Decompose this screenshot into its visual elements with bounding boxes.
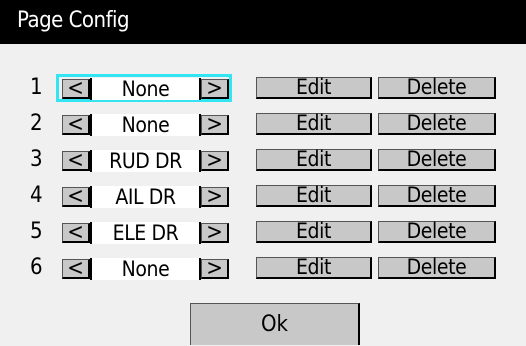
delete-button[interactable]: Delete xyxy=(378,185,496,207)
page-selector[interactable]: < None > xyxy=(56,254,232,282)
page-row: 3 < RUD DR > Edit Delete xyxy=(0,145,526,175)
chevron-left-icon[interactable]: < xyxy=(62,114,90,136)
page-row: 5 < ELE DR > Edit Delete xyxy=(0,217,526,247)
page-row: 1 < None > Edit Delete xyxy=(0,73,526,103)
ok-button[interactable]: Ok xyxy=(190,303,360,345)
row-number: 5 xyxy=(30,219,43,244)
row-number: 6 xyxy=(30,255,43,280)
page-selector[interactable]: < ELE DR > xyxy=(56,218,232,246)
page-value[interactable]: RUD DR xyxy=(90,150,201,172)
edit-button[interactable]: Edit xyxy=(256,77,372,99)
page-title: Page Config xyxy=(17,8,130,33)
chevron-left-icon[interactable]: < xyxy=(62,222,90,244)
chevron-left-icon[interactable]: < xyxy=(62,78,90,100)
delete-button[interactable]: Delete xyxy=(378,257,496,279)
chevron-right-icon[interactable]: > xyxy=(201,114,229,136)
page-selector[interactable]: < AIL DR > xyxy=(56,182,232,210)
row-number: 3 xyxy=(30,147,43,172)
page-value[interactable]: AIL DR xyxy=(90,186,201,208)
chevron-right-icon[interactable]: > xyxy=(201,78,229,100)
chevron-right-icon[interactable]: > xyxy=(201,222,229,244)
delete-button[interactable]: Delete xyxy=(378,149,496,171)
title-bar: Page Config xyxy=(0,0,526,44)
edit-button[interactable]: Edit xyxy=(256,149,372,171)
page-row: 2 < None > Edit Delete xyxy=(0,109,526,139)
page-value[interactable]: ELE DR xyxy=(90,222,201,244)
row-number: 4 xyxy=(30,183,43,208)
chevron-left-icon[interactable]: < xyxy=(62,186,90,208)
delete-button[interactable]: Delete xyxy=(378,113,496,135)
page-value[interactable]: None xyxy=(90,78,201,100)
chevron-left-icon[interactable]: < xyxy=(62,150,90,172)
chevron-right-icon[interactable]: > xyxy=(201,150,229,172)
edit-button[interactable]: Edit xyxy=(256,113,372,135)
page-value[interactable]: None xyxy=(90,258,201,280)
page-row: 6 < None > Edit Delete xyxy=(0,253,526,283)
page-selector[interactable]: < None > xyxy=(56,110,232,138)
page-selector[interactable]: < RUD DR > xyxy=(56,146,232,174)
row-number: 2 xyxy=(30,111,43,136)
edit-button[interactable]: Edit xyxy=(256,221,372,243)
edit-button[interactable]: Edit xyxy=(256,257,372,279)
chevron-left-icon[interactable]: < xyxy=(62,258,90,280)
delete-button[interactable]: Delete xyxy=(378,77,496,99)
edit-button[interactable]: Edit xyxy=(256,185,372,207)
chevron-right-icon[interactable]: > xyxy=(201,186,229,208)
delete-button[interactable]: Delete xyxy=(378,221,496,243)
page-selector[interactable]: < None > xyxy=(56,74,232,102)
page-row: 4 < AIL DR > Edit Delete xyxy=(0,181,526,211)
row-number: 1 xyxy=(30,75,43,100)
chevron-right-icon[interactable]: > xyxy=(201,258,229,280)
page-value[interactable]: None xyxy=(90,114,201,136)
